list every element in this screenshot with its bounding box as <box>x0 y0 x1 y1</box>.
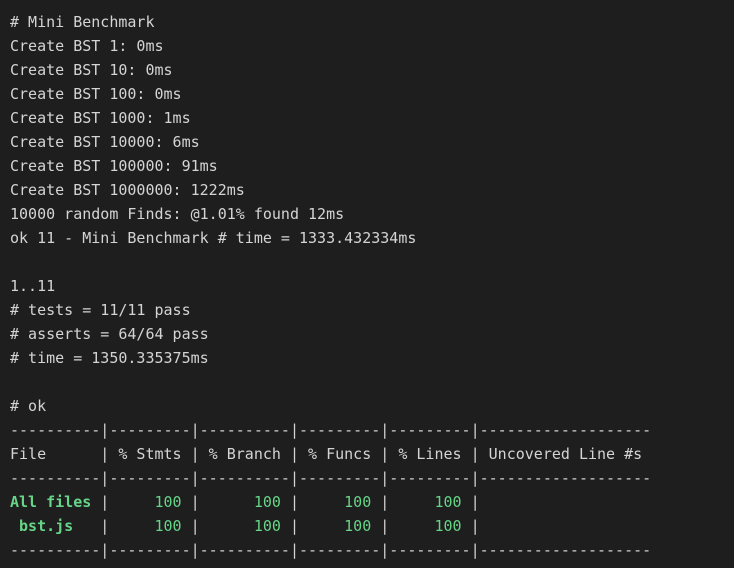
coverage-separator: ----------|---------|----------|--------… <box>10 469 652 487</box>
coverage-file: All files <box>10 493 92 511</box>
output-line: 10000 random Finds: @1.01% found 12ms <box>10 205 345 223</box>
coverage-row-all-files: All files | 100 | 100 | 100 | 100 | <box>10 493 489 511</box>
coverage-header: File | % Stmts | % Branch | % Funcs | % … <box>10 445 643 463</box>
output-line: # tests = 11/11 pass <box>10 301 191 319</box>
output-line: # Mini Benchmark <box>10 13 155 31</box>
coverage-separator: ----------|---------|----------|--------… <box>10 421 652 439</box>
output-line: Create BST 100: 0ms <box>10 85 182 103</box>
output-line: Create BST 100000: 91ms <box>10 157 218 175</box>
output-line: 1..11 <box>10 277 56 295</box>
coverage-separator: ----------|---------|----------|--------… <box>10 541 652 559</box>
output-line: Create BST 1000000: 1222ms <box>10 181 245 199</box>
output-line: # ok <box>10 397 47 415</box>
coverage-funcs: 100 <box>344 493 372 511</box>
coverage-branch: 100 <box>253 493 281 511</box>
coverage-lines: 100 <box>434 493 462 511</box>
output-line: Create BST 1: 0ms <box>10 37 164 55</box>
coverage-row-bst-js: bst.js | 100 | 100 | 100 | 100 | <box>10 517 489 535</box>
coverage-branch: 100 <box>253 517 281 535</box>
coverage-lines: 100 <box>434 517 462 535</box>
output-line: ok 11 - Mini Benchmark # time = 1333.432… <box>10 229 417 247</box>
output-line: # asserts = 64/64 pass <box>10 325 209 343</box>
coverage-funcs: 100 <box>344 517 372 535</box>
terminal-window[interactable]: # Mini Benchmark Create BST 1: 0ms Creat… <box>0 0 734 568</box>
output-line: # time = 1350.335375ms <box>10 349 209 367</box>
coverage-stmts: 100 <box>154 493 182 511</box>
output-line: Create BST 10: 0ms <box>10 61 173 79</box>
coverage-stmts: 100 <box>154 517 182 535</box>
output-line: Create BST 10000: 6ms <box>10 133 200 151</box>
coverage-file: bst.js <box>10 517 74 535</box>
output-line: Create BST 1000: 1ms <box>10 109 191 127</box>
